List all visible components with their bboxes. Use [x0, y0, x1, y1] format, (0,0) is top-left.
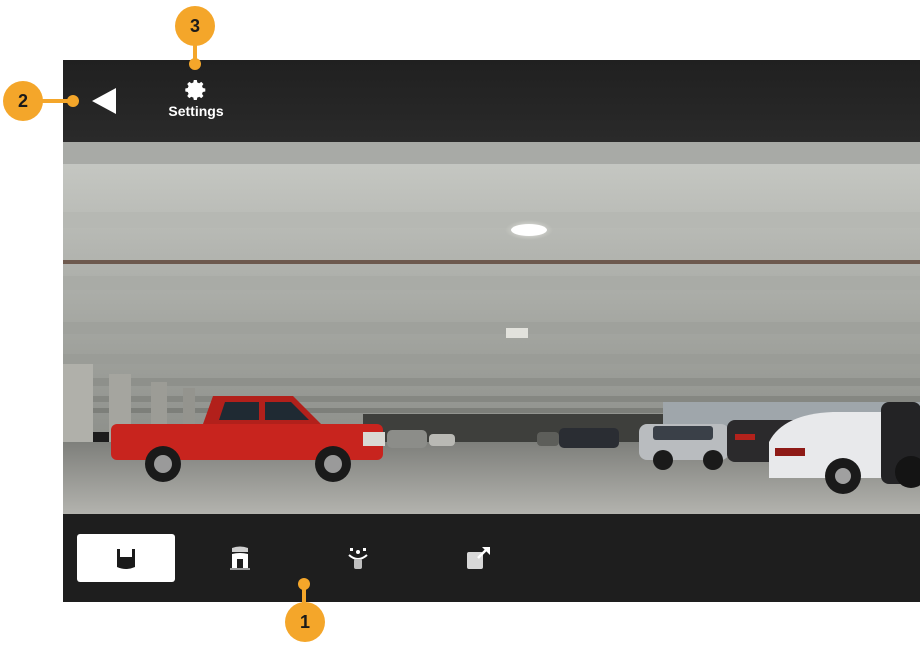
mode-external-window-button[interactable] — [429, 534, 527, 582]
parking-garage-image — [63, 142, 920, 514]
external-window-icon — [467, 547, 490, 569]
callout-3-number: 3 — [189, 15, 200, 36]
camera-screen: Settings — [63, 60, 920, 602]
bottom-bar — [63, 514, 920, 602]
callout-1-number: 1 — [299, 611, 310, 632]
callout-2-badge: 2 — [3, 81, 43, 121]
gear-icon — [185, 80, 206, 100]
page: Settings 1 2 3 — [0, 0, 920, 660]
callout-3-dot — [189, 58, 201, 70]
camera-feed — [63, 142, 920, 514]
callout-2-dot — [67, 95, 79, 107]
callout-2-line — [40, 99, 70, 103]
mode-front-view-button[interactable] — [77, 534, 175, 582]
callout-2-number: 2 — [17, 90, 28, 111]
callout-3-badge: 3 — [175, 6, 215, 46]
mode-top-view-button[interactable] — [191, 534, 289, 582]
settings-label: Settings — [168, 103, 224, 119]
mode-hitch-view-button[interactable] — [309, 534, 407, 582]
back-triangle-icon — [92, 88, 116, 114]
top-bar: Settings — [63, 60, 920, 142]
settings-button[interactable]: Settings — [159, 78, 233, 126]
hitch-view-icon — [348, 548, 368, 569]
back-button[interactable] — [85, 82, 123, 120]
callout-1-badge: 1 — [285, 602, 325, 642]
top-view-icon — [230, 546, 250, 570]
front-view-icon — [117, 549, 135, 569]
